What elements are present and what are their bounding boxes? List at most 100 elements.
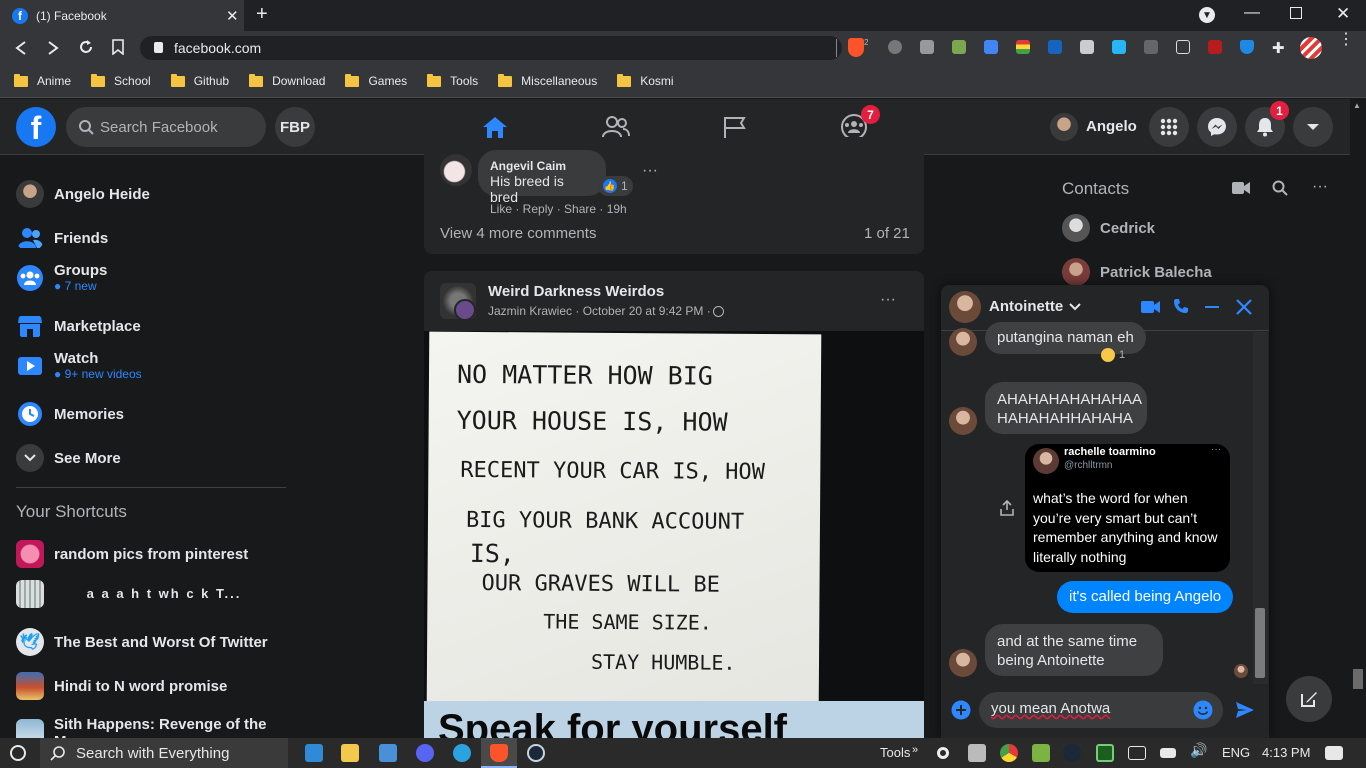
phone-call-icon[interactable] bbox=[1173, 298, 1189, 314]
scroll-up-icon[interactable]: ▲ bbox=[1353, 101, 1361, 110]
chat-contact-name[interactable]: Antoinette bbox=[989, 298, 1081, 315]
shortcut-item[interactable]: random pics from pinterest bbox=[16, 540, 248, 568]
brave-icon[interactable] bbox=[490, 744, 508, 762]
minimize-chat-icon[interactable] bbox=[1205, 306, 1219, 308]
bookmark-folder-games[interactable]: Games bbox=[345, 73, 407, 88]
profile-name[interactable]: Angelo bbox=[1086, 118, 1137, 135]
scrollbar-thumb[interactable] bbox=[1255, 608, 1265, 678]
menu-button[interactable] bbox=[1149, 107, 1189, 147]
comment-options-icon[interactable]: ··· bbox=[642, 162, 658, 180]
share-icon[interactable] bbox=[1000, 500, 1014, 516]
send-icon[interactable] bbox=[1235, 700, 1255, 720]
message-reaction[interactable]: 1 bbox=[1101, 348, 1125, 362]
messenger-button[interactable] bbox=[1197, 107, 1237, 147]
bookmark-page-icon[interactable] bbox=[112, 39, 124, 55]
facebook-logo[interactable]: f bbox=[16, 107, 56, 147]
video-room-icon[interactable] bbox=[1232, 181, 1250, 195]
home-icon[interactable] bbox=[481, 115, 509, 139]
battery-icon[interactable] bbox=[1160, 748, 1176, 758]
bookmark-folder-school[interactable]: School bbox=[91, 73, 151, 88]
bookmark-folder-anime[interactable]: Anime bbox=[14, 73, 71, 88]
avatar[interactable] bbox=[1050, 113, 1078, 141]
bookmark-folder-tools[interactable]: Tools bbox=[427, 73, 478, 88]
shield-extension-icon[interactable] bbox=[1240, 40, 1254, 54]
comment-author[interactable]: Angevil Caim bbox=[490, 159, 594, 173]
action-center-icon[interactable] bbox=[1325, 746, 1343, 760]
avatar[interactable] bbox=[440, 154, 472, 186]
friends-icon[interactable] bbox=[602, 115, 630, 139]
pages-flag-icon[interactable] bbox=[722, 115, 750, 139]
avatar[interactable] bbox=[949, 291, 981, 323]
avatar[interactable] bbox=[454, 299, 476, 321]
address-bar[interactable]: facebook.com bbox=[140, 36, 842, 60]
start-button[interactable] bbox=[0, 738, 36, 768]
shared-tweet[interactable]: rachelle toarmino @rchlltrmn ··· what’s … bbox=[1025, 444, 1230, 572]
contact-item[interactable]: Cedrick bbox=[1062, 214, 1155, 242]
telegram-icon[interactable] bbox=[453, 744, 471, 762]
tools-chevron-icon[interactable]: » bbox=[912, 744, 918, 756]
tray-icon[interactable] bbox=[937, 747, 949, 759]
extension-icon[interactable] bbox=[952, 40, 966, 54]
contact-item[interactable]: Patrick Balecha bbox=[1062, 258, 1212, 286]
bookmark-folder-kosmi[interactable]: Kosmi bbox=[617, 73, 674, 88]
sidebar-item-watch[interactable]: Watch ● 9+ new videos bbox=[16, 350, 142, 381]
file-explorer-icon[interactable] bbox=[341, 744, 359, 762]
account-button[interactable] bbox=[1293, 107, 1333, 147]
menu-icon[interactable]: ⋮ bbox=[1338, 32, 1354, 48]
tools-toolbar-label[interactable]: Tools bbox=[880, 745, 910, 760]
page-scrollbar[interactable]: ▲ bbox=[1350, 99, 1366, 738]
sidebar-item-groups[interactable]: Groups ● 7 new bbox=[16, 262, 107, 293]
minimize-window-icon[interactable]: — bbox=[1244, 4, 1260, 22]
vscode-icon[interactable] bbox=[305, 744, 323, 762]
sidebar-item-friends[interactable]: Friends bbox=[16, 224, 108, 252]
sidebar-item-memories[interactable]: Memories bbox=[16, 400, 124, 428]
search-icon[interactable] bbox=[1272, 180, 1288, 196]
chrome-icon[interactable] bbox=[1000, 744, 1018, 762]
emoji-icon[interactable] bbox=[1193, 700, 1213, 720]
post-options-icon[interactable]: ··· bbox=[880, 291, 896, 309]
steam-icon[interactable] bbox=[527, 744, 545, 762]
sidebar-item-marketplace[interactable]: Marketplace bbox=[16, 312, 141, 340]
puzzle-icon[interactable]: ✚ bbox=[1272, 39, 1285, 57]
close-tab-icon[interactable]: ✕ bbox=[226, 7, 239, 25]
bookmark-folder-github[interactable]: Github bbox=[170, 73, 229, 88]
tray-icon[interactable] bbox=[968, 744, 986, 762]
close-window-icon[interactable]: ✕ bbox=[1336, 4, 1350, 24]
extension-icon[interactable] bbox=[1016, 40, 1030, 54]
extension-icon[interactable] bbox=[1144, 40, 1158, 54]
view-more-comments-link[interactable]: View 4 more comments bbox=[440, 225, 596, 242]
steam-tray-icon[interactable] bbox=[1063, 744, 1081, 762]
extension-icon[interactable] bbox=[888, 40, 902, 54]
sidebar-item-see-more[interactable]: See More bbox=[16, 444, 121, 472]
brave-shields-icon[interactable] bbox=[848, 38, 864, 57]
camera-extension-icon[interactable] bbox=[920, 40, 934, 54]
extension-icon[interactable] bbox=[1080, 40, 1094, 54]
comment-actions[interactable]: Like · Reply · Share · 19h bbox=[490, 202, 627, 216]
comment-reactions[interactable]: 👍 1 bbox=[598, 176, 633, 196]
browser-profile-avatar[interactable] bbox=[1300, 37, 1322, 59]
extension-icon[interactable] bbox=[1048, 40, 1062, 54]
app-icon[interactable] bbox=[379, 744, 397, 762]
post-group-name[interactable]: Weird Darkness Weirdos bbox=[488, 283, 664, 300]
message-input[interactable]: you mean Anotwa bbox=[979, 692, 1223, 728]
scrollbar-thumb[interactable] bbox=[1353, 669, 1363, 689]
forward-icon[interactable] bbox=[46, 40, 60, 56]
search-input[interactable]: Search Facebook bbox=[66, 107, 266, 147]
discord-icon[interactable] bbox=[416, 744, 434, 762]
bookmark-folder-download[interactable]: Download bbox=[249, 73, 325, 88]
shortcut-item[interactable]: a a a h t wh c k T... bbox=[16, 580, 274, 608]
bookmark-folder-miscellaneous[interactable]: Miscellaneous bbox=[498, 73, 597, 88]
tray-icon[interactable] bbox=[1032, 744, 1050, 762]
clock[interactable]: 4:13 PM bbox=[1262, 745, 1310, 760]
new-message-button[interactable] bbox=[1286, 676, 1332, 722]
network-icon[interactable] bbox=[1128, 746, 1146, 760]
ublock-icon[interactable] bbox=[1208, 40, 1222, 54]
contacts-options-icon[interactable]: ··· bbox=[1312, 178, 1328, 196]
tab-search-icon[interactable]: ▼ bbox=[1199, 7, 1215, 23]
video-call-icon[interactable] bbox=[1141, 300, 1161, 314]
reload-icon[interactable] bbox=[78, 39, 94, 55]
browser-tab[interactable]: f (1) Facebook ✕ bbox=[0, 0, 244, 31]
new-tab-icon[interactable]: + bbox=[256, 3, 268, 26]
add-attachment-icon[interactable] bbox=[951, 700, 971, 720]
chat-scrollbar[interactable] bbox=[1253, 332, 1268, 684]
